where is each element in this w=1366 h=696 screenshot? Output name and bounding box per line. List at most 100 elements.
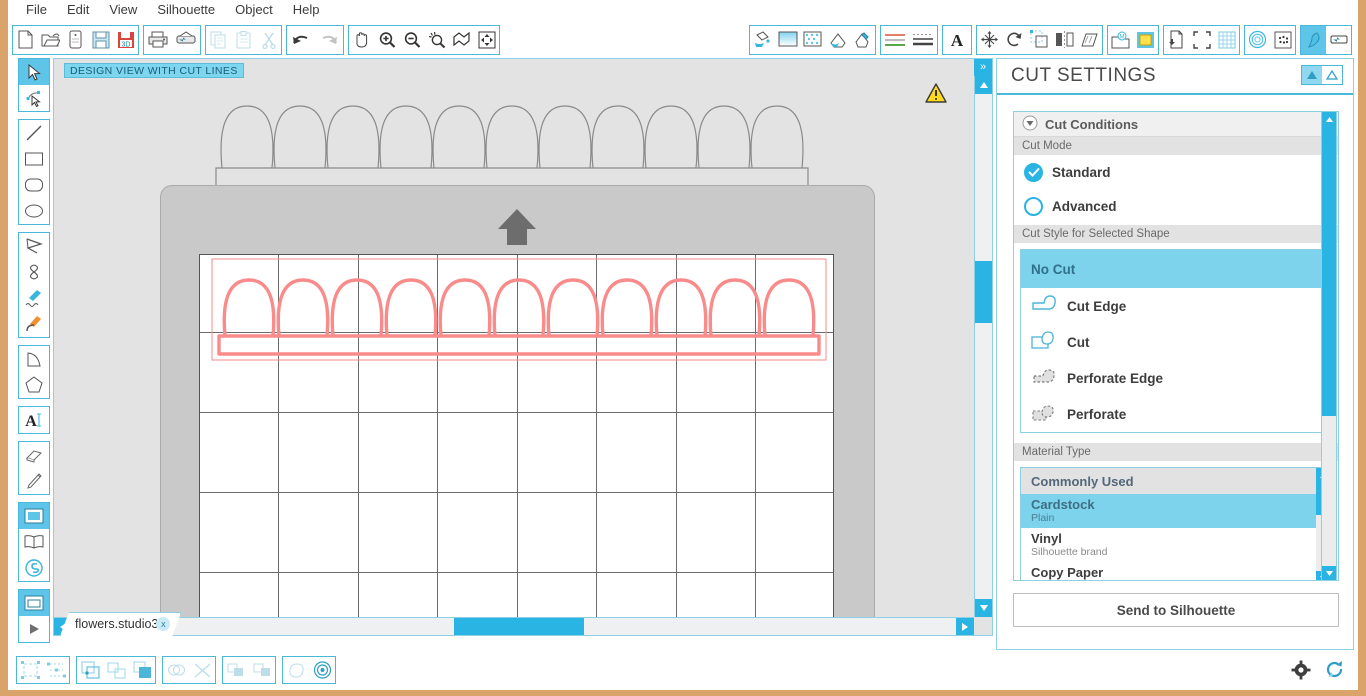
material-type-list[interactable]: Commonly Used Cardstock Plain Vinyl Silh… [1020,467,1332,580]
cut-style-option-perforate[interactable]: Perforate [1021,396,1331,432]
undo-arrow-icon[interactable] [287,26,315,54]
arrange-front-icon[interactable] [129,657,155,683]
paste-icon[interactable] [231,26,256,54]
design-page-icon[interactable] [19,503,49,529]
zoom-out-icon[interactable] [399,26,424,54]
subtract-icon[interactable] [189,657,215,683]
panel-scroll-thumb[interactable] [1322,126,1336,416]
send-machine-icon[interactable] [1326,26,1351,54]
open-folder-icon[interactable] [38,26,63,54]
panel-scroll-down-icon[interactable] [1322,566,1336,580]
triangle-outline-icon[interactable] [1322,66,1342,84]
mirror-icon[interactable] [1052,26,1077,54]
menu-item-view[interactable]: View [99,0,147,20]
play-triangle-icon[interactable] [19,616,49,642]
rounded-rect-tool-icon[interactable] [19,172,49,198]
align-icon[interactable] [17,657,43,683]
zoom-selection-icon[interactable] [424,26,449,54]
scroll-down-arrow-icon[interactable] [975,599,992,617]
cut-mode-advanced[interactable]: Advanced [1014,189,1338,223]
cut-style-option-cut[interactable]: Cut [1021,324,1331,360]
cut-style-option-cut-edge[interactable]: Cut Edge [1021,288,1331,324]
page-setup-icon[interactable] [1164,26,1189,54]
redo-arrow-icon[interactable] [315,26,343,54]
weld-icon[interactable] [163,657,189,683]
material-option-vinyl[interactable]: Vinyl Silhouette brand [1021,528,1331,562]
grid-icon[interactable] [1214,26,1239,54]
copy-icon[interactable] [206,26,231,54]
gradient-fill-icon[interactable] [775,26,800,54]
silhouette-store-icon[interactable] [19,555,49,581]
fill-color-icon[interactable] [750,26,775,54]
curve-tool-icon[interactable] [19,259,49,285]
rectangle-tool-icon[interactable] [19,146,49,172]
move-icon[interactable] [977,26,1002,54]
shear-icon[interactable] [1077,26,1102,54]
triangle-filled-icon[interactable] [1302,66,1322,84]
menu-item-edit[interactable]: Edit [57,0,99,20]
polygon-tool-icon[interactable] [19,233,49,259]
zoom-region-icon[interactable] [449,26,474,54]
cut-style-option-no-cut[interactable]: No Cut [1021,250,1331,288]
rotate-icon[interactable] [1002,26,1027,54]
horizontal-scroll-thumb[interactable] [454,618,584,635]
trace-target-icon[interactable] [309,657,335,683]
line-tool-icon[interactable] [19,120,49,146]
pattern-fill-icon[interactable] [800,26,825,54]
offset-shape-icon[interactable] [283,657,309,683]
ungroup-icon[interactable] [103,657,129,683]
close-icon[interactable]: x [156,617,170,631]
menu-item-object[interactable]: Object [225,0,283,20]
menu-item-file[interactable]: File [16,0,57,20]
replicate-icon[interactable] [223,657,249,683]
blade-icon[interactable] [1301,25,1326,54]
cut-style-option-perforate-edge[interactable]: Perforate Edge [1021,360,1331,396]
menu-item-help[interactable]: Help [283,0,330,20]
cut-machine-icon[interactable] [172,26,200,54]
gear-icon[interactable] [1288,657,1314,683]
sync-icon[interactable] [1322,657,1348,683]
group-icon[interactable] [77,657,103,683]
scissors-icon[interactable] [256,26,281,54]
save-disk-icon[interactable] [88,26,113,54]
text-tool-icon[interactable]: A [19,407,49,433]
cursor-arrow-icon[interactable] [19,59,49,85]
save-library-icon[interactable]: 3D [113,26,138,54]
regular-polygon-tool-icon[interactable] [19,372,49,398]
new-document-icon[interactable] [13,26,38,54]
smooth-freehand-tool-icon[interactable] [19,311,49,337]
cut-lines-shape[interactable] [211,258,827,366]
book-library-icon[interactable] [19,529,49,555]
freehand-tool-icon[interactable] [19,285,49,311]
knife-tool-icon[interactable] [19,468,49,494]
arc-tool-icon[interactable] [19,346,49,372]
cut-conditions-section-header[interactable]: Cut Conditions [1014,112,1338,137]
material-option-copy-paper[interactable]: Copy Paper (Medium) [1021,562,1331,580]
line-style-icon[interactable] [881,26,909,54]
nest-icon[interactable] [249,657,275,683]
sketch-pen-icon[interactable] [850,26,875,54]
canvas-vertical-scrollbar[interactable] [974,76,992,617]
send-panel-icon[interactable] [19,590,49,616]
canvas-horizontal-scrollbar[interactable] [54,617,974,635]
store-icon[interactable] [1133,26,1158,54]
printer-icon[interactable] [144,26,172,54]
line-color-icon[interactable] [825,26,850,54]
fit-window-icon[interactable] [474,26,499,54]
scroll-right-arrow-icon[interactable] [956,618,974,635]
panel-scrollbar[interactable] [1321,111,1337,581]
text-style-icon[interactable]: A [943,26,971,54]
scale-icon[interactable] [1027,26,1052,54]
expand-panel-button[interactable]: » [974,59,992,76]
distribute-icon[interactable] [43,657,69,683]
scroll-up-arrow-icon[interactable] [975,76,992,94]
offset-spiral-icon[interactable] [1245,26,1270,54]
library-icon[interactable]: M [1108,26,1133,54]
design-canvas[interactable]: DESIGN VIEW WITH CUT LINES » [53,58,993,636]
hand-icon[interactable] [349,26,374,54]
warning-triangle-icon[interactable] [925,83,947,106]
ellipse-tool-icon[interactable] [19,198,49,224]
trace-dots-icon[interactable] [1270,26,1295,54]
panel-scroll-up-icon[interactable] [1322,112,1336,126]
vertical-scroll-thumb[interactable] [975,261,992,323]
